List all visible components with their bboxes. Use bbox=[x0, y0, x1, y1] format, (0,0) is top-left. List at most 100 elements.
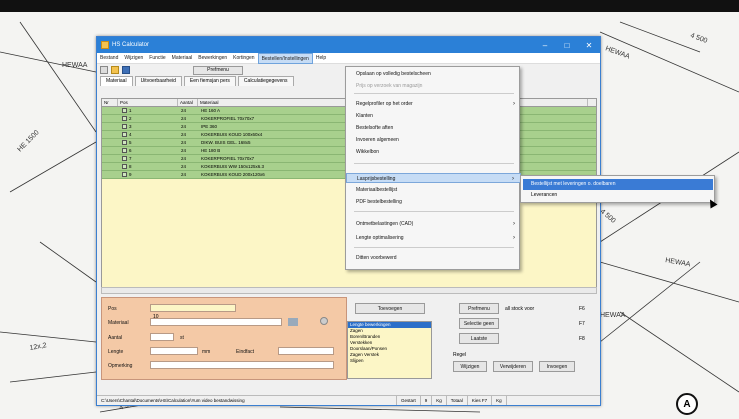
tab-uitvoerbaarheid[interactable]: Uitvoerbaarheid bbox=[134, 76, 182, 86]
col-aantal[interactable]: Aantal bbox=[178, 99, 198, 106]
aantal-unit: st bbox=[180, 335, 184, 341]
app-icon bbox=[101, 41, 109, 49]
menu-item[interactable]: Regelprofiler op het order › bbox=[346, 99, 521, 109]
new-icon[interactable] bbox=[100, 66, 108, 74]
maximize-button[interactable]: □ bbox=[556, 37, 578, 53]
prefmenu-side-button[interactable]: Prefmenu bbox=[459, 303, 499, 314]
lasprijs-submenu: Bestellijst met leveringen o. doelbaren … bbox=[520, 175, 715, 203]
aantal-input[interactable] bbox=[150, 333, 174, 341]
menu-item-label: Lasprijsbestelling bbox=[357, 176, 396, 182]
aantal-label: Aantal bbox=[108, 335, 123, 341]
menu-item[interactable]: Prijs op verzoek van magazijn bbox=[346, 81, 521, 91]
open-folder-icon[interactable] bbox=[111, 66, 119, 74]
col-pos[interactable]: Pos bbox=[118, 99, 178, 106]
status-count: 9 bbox=[421, 396, 433, 405]
bg-label: HE 1500 bbox=[16, 129, 40, 153]
menu-item[interactable]: Klanten bbox=[346, 111, 521, 121]
menu-item[interactable]: Lengte optimalisering › bbox=[346, 233, 521, 243]
tab-fiemsjan[interactable]: Een fiemsjan pers bbox=[183, 76, 236, 86]
menu-item-label: Ontmetbelastingen (CAD) bbox=[356, 221, 414, 227]
row-pos: 7 bbox=[129, 156, 132, 161]
menu-bewerkingen[interactable]: Bewerkingen bbox=[195, 53, 230, 64]
menu-item-label: Ditten voorbewerd bbox=[356, 255, 397, 261]
row-pos: 2 bbox=[129, 116, 132, 121]
menu-item-label: Wikkelbon bbox=[356, 149, 380, 155]
menu-help[interactable]: Help bbox=[313, 53, 329, 64]
save-icon[interactable] bbox=[122, 66, 130, 74]
status-path: C:\Users\Chantal\Documents\HS\Calculatio… bbox=[97, 396, 397, 405]
row-aantal: 24 bbox=[181, 156, 187, 161]
prefmenu-button[interactable]: Prefmenu bbox=[193, 65, 243, 75]
eindfact-select[interactable] bbox=[278, 347, 334, 355]
menu-item[interactable]: Ontmetbelastingen (CAD) › bbox=[346, 219, 521, 229]
menu-functie[interactable]: Functie bbox=[146, 53, 168, 64]
row-pos: 5 bbox=[129, 140, 132, 145]
bewerkingen-panel: Toevoegen Lengte bewerkingen Zagen Boren… bbox=[347, 297, 442, 380]
bg-label: HEWAA bbox=[62, 62, 88, 69]
status-total: Totaal bbox=[447, 396, 468, 405]
verwijderen-button[interactable]: Verwijderen bbox=[493, 361, 533, 372]
submenu-item-bestellijst[interactable]: Bestellijst met leveringen o. doelbaren bbox=[523, 179, 713, 190]
lengte-unit: mm bbox=[202, 349, 211, 355]
row-aantal: 24 bbox=[181, 116, 187, 121]
pos-input[interactable]: 10 bbox=[150, 304, 236, 320]
menu-item[interactable]: Lasprijsbestelling › bbox=[346, 173, 521, 183]
bewerkingen-list[interactable]: Lengte bewerkingen Zagen Boren/Branden V… bbox=[347, 321, 432, 379]
menu-separator bbox=[354, 211, 514, 212]
title-bar: HS Calculator – □ ✕ bbox=[97, 37, 600, 53]
submenu-arrow-icon: › bbox=[513, 235, 515, 241]
row-aantal: 24 bbox=[181, 140, 187, 145]
grid-scrollbar[interactable] bbox=[101, 287, 597, 294]
window-title: HS Calculator bbox=[112, 42, 150, 48]
row-pos: 1 bbox=[129, 108, 132, 113]
menu-item[interactable]: Invoeren algemeen bbox=[346, 135, 521, 145]
materiaal-select[interactable] bbox=[150, 318, 282, 326]
tab-calculatiegegevens[interactable]: Calculatiegegevens bbox=[237, 76, 294, 86]
submenu-arrow-icon: › bbox=[512, 176, 514, 182]
row-pos: 9 bbox=[129, 172, 132, 177]
selectie-button[interactable]: Selectie geen bbox=[459, 318, 499, 329]
row-pos: 6 bbox=[129, 148, 132, 153]
row-pos: 8 bbox=[129, 164, 132, 169]
close-button[interactable]: ✕ bbox=[578, 37, 600, 53]
laatste-button[interactable]: Laatste bbox=[459, 333, 499, 344]
menu-item-label: PDF bestelbestelling bbox=[356, 199, 402, 205]
menu-kortingen[interactable]: Kortingen bbox=[230, 53, 257, 64]
menu-materiaal[interactable]: Materiaal bbox=[169, 53, 196, 64]
opmerking-input[interactable] bbox=[150, 361, 334, 369]
menu-item[interactable]: Ditten voorbewerd bbox=[346, 253, 521, 263]
f6-key: F6 bbox=[579, 306, 585, 312]
lengte-input[interactable] bbox=[150, 347, 198, 355]
row-aantal: 24 bbox=[181, 164, 187, 169]
list-item[interactable]: Slijpen bbox=[348, 358, 431, 364]
menu-item[interactable]: Opslaan op volledig bestelscheen bbox=[346, 69, 521, 79]
menu-item[interactable]: PDF bestelbestelling bbox=[346, 197, 521, 207]
search-icon[interactable] bbox=[288, 318, 298, 326]
info-icon[interactable] bbox=[320, 317, 328, 325]
menu-bestand[interactable]: Bestand bbox=[97, 53, 121, 64]
menu-item[interactable]: Materiaalbestellijst bbox=[346, 185, 521, 195]
minimize-button[interactable]: – bbox=[534, 37, 556, 53]
menu-item-label: Lengte optimalisering bbox=[356, 235, 404, 241]
status-hint: Kies F7 bbox=[468, 396, 493, 405]
action-panel: Prefmenu all stock voor F6 Selectie geen… bbox=[447, 297, 597, 380]
menu-bar: Bestand Wijzigen Functie Materiaal Bewer… bbox=[97, 52, 600, 64]
menu-bestellen[interactable]: Bestellen/Instellingen bbox=[257, 52, 313, 64]
menu-separator bbox=[354, 247, 514, 248]
status-unit: Kg bbox=[432, 396, 447, 405]
menu-item[interactable]: Bestelsofte aften bbox=[346, 123, 521, 133]
col-nr[interactable]: Nr bbox=[102, 99, 118, 106]
menu-separator bbox=[354, 93, 514, 94]
status-unit2: Kg bbox=[492, 396, 507, 405]
tab-materiaal[interactable]: Materiaal bbox=[100, 76, 133, 86]
row-aantal: 24 bbox=[181, 108, 187, 113]
row-aantal: 24 bbox=[181, 172, 187, 177]
menu-wijzigen[interactable]: Wijzigen bbox=[121, 53, 146, 64]
toevoegen-button[interactable]: Toevoegen bbox=[355, 303, 425, 314]
menu-item-label: Klanten bbox=[356, 113, 373, 119]
invoegen-button[interactable]: Invoegen bbox=[539, 361, 575, 372]
submenu-item-leverancen[interactable]: Leverancen bbox=[523, 190, 713, 201]
menu-item-label: Prijs op verzoek van magazijn bbox=[356, 83, 423, 89]
menu-item[interactable]: Wikkelbon bbox=[346, 147, 521, 157]
wijzigen-button[interactable]: Wijzigen bbox=[453, 361, 487, 372]
